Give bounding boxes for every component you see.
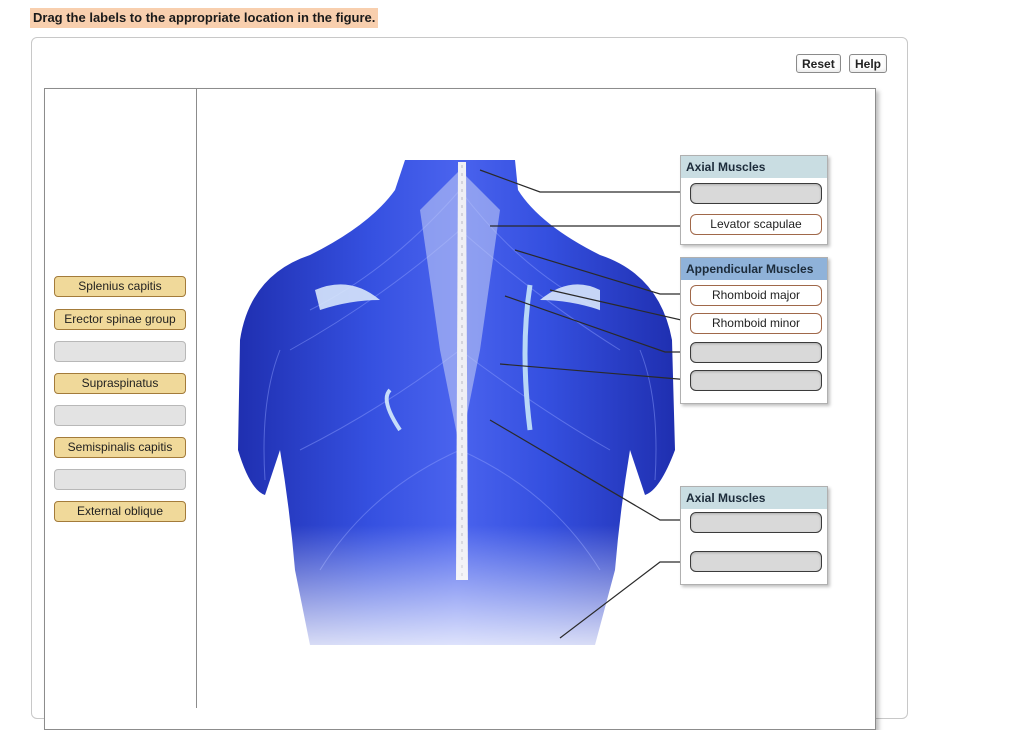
label-bank-slot[interactable] <box>54 469 186 490</box>
drop-target[interactable]: Levator scapulae <box>690 214 822 235</box>
label-bank-slot[interactable] <box>54 341 186 362</box>
group-title: Axial Muscles <box>681 487 827 509</box>
drop-target[interactable] <box>690 512 822 533</box>
appendicular-muscles-group: Appendicular Muscles Rhomboid major Rhom… <box>680 257 828 404</box>
instruction-text: Drag the labels to the appropriate locat… <box>30 8 379 28</box>
help-button[interactable]: Help <box>849 54 888 73</box>
drop-target[interactable]: Rhomboid minor <box>690 313 822 334</box>
drop-target[interactable] <box>690 370 822 391</box>
label-bank-item[interactable]: Splenius capitis <box>54 276 186 297</box>
label-bank-item[interactable]: External oblique <box>54 501 186 522</box>
reset-button[interactable]: Reset <box>796 54 841 73</box>
group-title: Axial Muscles <box>681 156 827 178</box>
back-muscles-figure <box>220 150 690 650</box>
drop-target[interactable] <box>690 551 822 572</box>
drop-target[interactable] <box>690 342 822 363</box>
label-bank-item[interactable]: Semispinalis capitis <box>54 437 186 458</box>
label-bank-item[interactable]: Supraspinatus <box>54 373 186 394</box>
label-bank-slot[interactable] <box>54 405 186 426</box>
drop-target[interactable]: Rhomboid major <box>690 285 822 306</box>
drop-target[interactable] <box>690 183 822 204</box>
axial-muscles-group-bottom: Axial Muscles <box>680 486 828 585</box>
axial-muscles-group-top: Axial Muscles Levator scapulae <box>680 155 828 245</box>
group-title: Appendicular Muscles <box>681 258 827 280</box>
label-bank-divider <box>196 88 197 708</box>
label-bank-item[interactable]: Erector spinae group <box>54 309 186 330</box>
